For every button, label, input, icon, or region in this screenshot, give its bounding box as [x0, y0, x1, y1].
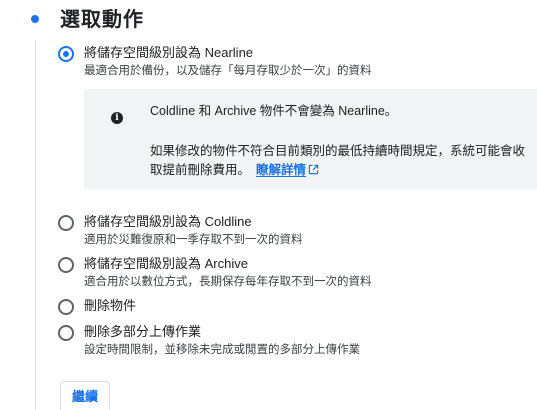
- option-nearline-label: 將儲存空間級別設為 Nearline: [84, 45, 254, 60]
- option-delete-multipart-upload-label: 刪除多部分上傳作業: [84, 324, 202, 339]
- select-action-step: 選取動作 將儲存空間級別設為 Nearline 最適合用於備份，以及儲存「每月存…: [0, 0, 537, 410]
- option-coldline-description: 適用於災難復原和一季存取不到一次的資料: [84, 234, 303, 246]
- section-title: 選取動作: [60, 9, 144, 31]
- option-coldline-label: 將儲存空間級別設為 Coldline: [84, 214, 252, 229]
- option-nearline-description: 最適合用於備份，以及儲存「每月存取少於一次」的資料: [84, 65, 372, 77]
- continue-button[interactable]: 繼續: [60, 381, 110, 410]
- radio-coldline[interactable]: [58, 215, 74, 231]
- step-rail: [35, 40, 36, 410]
- radio-nearline[interactable]: [58, 46, 74, 62]
- option-delete-object-label: 刪除物件: [84, 298, 137, 313]
- learn-more-link[interactable]: 瞭解詳情: [256, 163, 319, 177]
- info-icon: i: [111, 112, 123, 124]
- info-text-secondary: 如果修改的物件不符合目前類別的最低持續時間規定，系統可能會收取提前刪除費用。 瞭解…: [150, 142, 530, 180]
- radio-delete-multipart-upload[interactable]: [58, 325, 74, 341]
- external-link-icon: [308, 164, 319, 175]
- option-archive-description: 適合用於以數位方式，長期保存每年存取不到一次的資料: [84, 276, 372, 288]
- radio-delete-object[interactable]: [58, 299, 74, 315]
- learn-more-label: 瞭解詳情: [256, 163, 307, 177]
- option-delete-multipart-upload-description: 設定時間限制，並移除未完成或閒置的多部分上傳作業: [84, 344, 360, 356]
- step-indicator-dot: [31, 15, 39, 23]
- radio-archive[interactable]: [58, 257, 74, 273]
- option-archive-label: 將儲存空間級別設為 Archive: [84, 256, 248, 271]
- info-notice: i Coldline 和 Archive 物件不會變為 Nearline。 如果…: [84, 89, 537, 189]
- info-text-fee-warning: 如果修改的物件不符合目前類別的最低持續時間規定，系統可能會收取提前刪除費用。: [150, 144, 526, 177]
- info-text-primary: Coldline 和 Archive 物件不會變為 Nearline。: [150, 104, 398, 118]
